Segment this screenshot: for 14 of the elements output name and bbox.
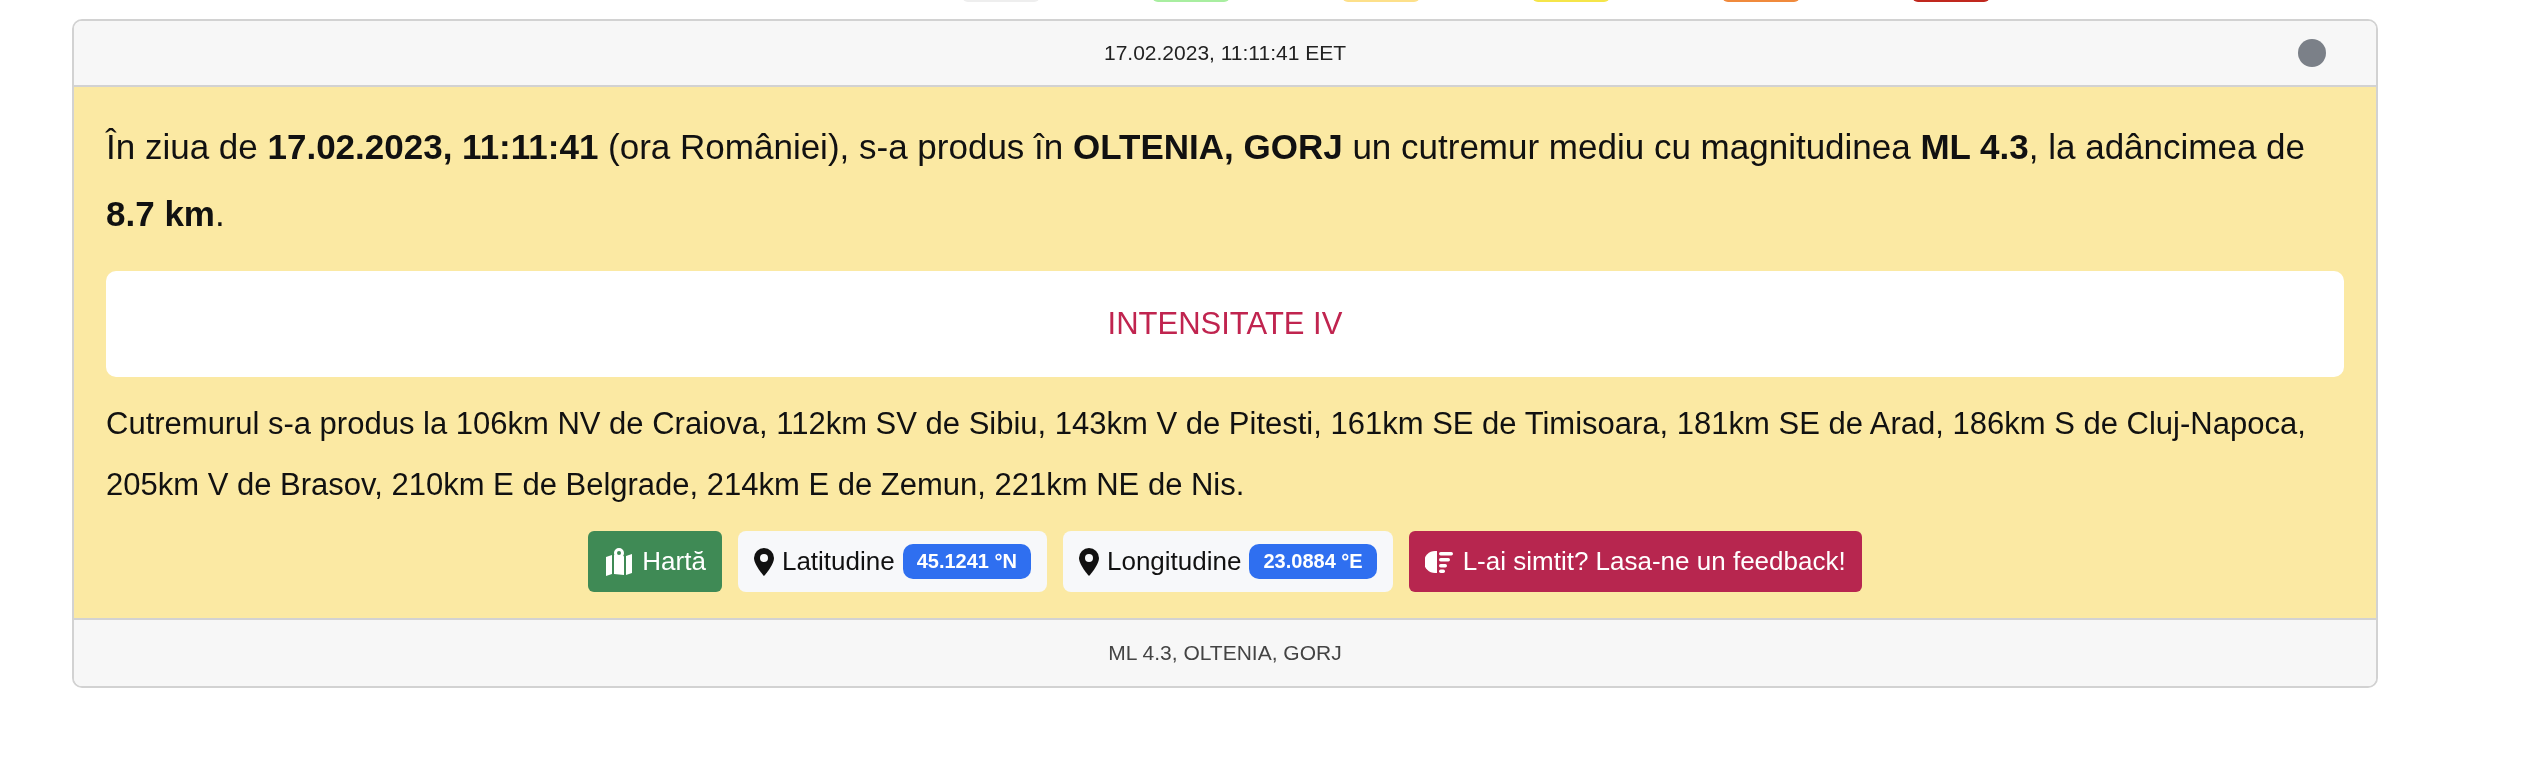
distances-text: Cutremurul s-a produs la 106km NV de Craiova, 112km SV de Sibiu, 143km V de Pitesti, 161km SE de Timisoara, 181km SE de Arad, 186km S de Cluj-Napoca, 205km V de Brasov, 210km E de Belgrade, 214km E de Zemun, 221km NE de Nis. (106, 405, 2307, 504)
footer-text: ML 4.3, OLTENIA, GORJ (1108, 641, 1342, 665)
map-icon (604, 547, 635, 576)
location-pin-icon (753, 547, 774, 576)
location-pin-icon (1079, 547, 1099, 576)
summary-text: În ziua de 17.02.2023, 11:11:41 (ora României), s-a produs în OLTENIA, GORJ un cutremur mediu cu magnitudinea ML 4.3, la adâncimea de 8.7 km. (106, 126, 2307, 235)
event-time: 17.02.2023, 11:11:41 EET (1103, 41, 1347, 65)
coordinate-value: 45.1241 °N (902, 544, 1031, 579)
feedback-button[interactable]: L-ai simtit? Lasa-ne un feedback! (1408, 531, 1862, 592)
coordinate-value: 23.0884 °E (1249, 544, 1377, 579)
coordinate-label: Latitudine (781, 546, 895, 577)
intensity-banner: INTENSITATE IV (106, 271, 2344, 377)
coordinate-label: Longitudine (1107, 546, 1242, 577)
map-button[interactable]: Hartă (588, 531, 722, 592)
